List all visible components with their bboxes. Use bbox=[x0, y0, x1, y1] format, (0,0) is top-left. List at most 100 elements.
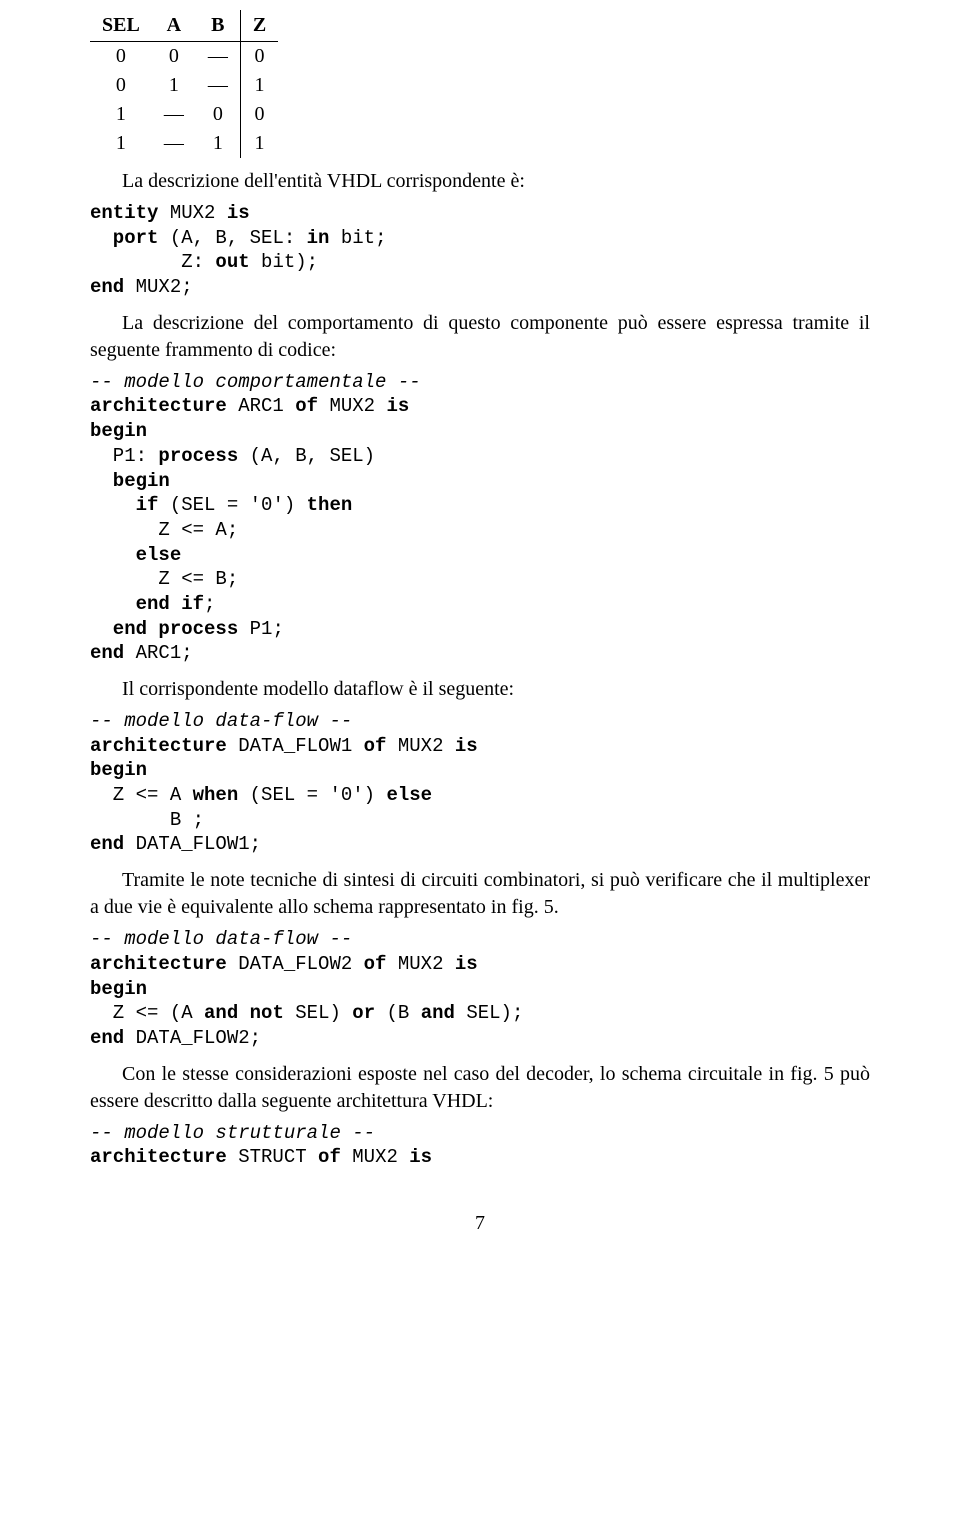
txt: SEL) bbox=[284, 1002, 352, 1024]
txt: (A, B, SEL: bbox=[158, 227, 306, 249]
txt: P1; bbox=[238, 618, 284, 640]
txt: SEL); bbox=[455, 1002, 523, 1024]
comment: -- modello data-flow -- bbox=[90, 710, 352, 732]
kw: of bbox=[295, 395, 318, 417]
truth-table: SEL A B Z 0 0 — 0 0 1 — 1 1 — 0 0 1 — 1 … bbox=[90, 10, 278, 158]
txt: STRUCT bbox=[227, 1146, 318, 1168]
txt: MUX2 bbox=[158, 202, 226, 224]
kw: else bbox=[90, 544, 181, 566]
txt: Z <= A; bbox=[90, 519, 238, 541]
cell: 1 bbox=[240, 129, 278, 158]
code-block-1: entity MUX2 is port (A, B, SEL: in bit; … bbox=[90, 201, 870, 300]
paragraph-3: Il corrispondente modello dataflow è il … bbox=[90, 676, 870, 703]
txt: MUX2 bbox=[386, 735, 454, 757]
txt bbox=[170, 593, 181, 615]
paragraph-5: Con le stesse considerazioni esposte nel… bbox=[90, 1061, 870, 1115]
kw: end bbox=[90, 642, 124, 664]
kw: is bbox=[455, 953, 478, 975]
kw: is bbox=[455, 735, 478, 757]
txt: ARC1; bbox=[124, 642, 192, 664]
cell: 0 bbox=[240, 100, 278, 129]
code-block-5: -- modello strutturale -- architecture S… bbox=[90, 1121, 870, 1170]
cell: 1 bbox=[90, 129, 152, 158]
cell: 1 bbox=[90, 100, 152, 129]
cell: 1 bbox=[240, 71, 278, 100]
txt bbox=[147, 618, 158, 640]
paragraph-1: La descrizione dell'entità VHDL corrispo… bbox=[90, 168, 870, 195]
txt bbox=[238, 1002, 249, 1024]
txt: Z <= (A bbox=[90, 1002, 204, 1024]
kw: begin bbox=[90, 470, 170, 492]
comment: -- modello strutturale -- bbox=[90, 1122, 375, 1144]
txt: (B bbox=[375, 1002, 421, 1024]
cell: 0 bbox=[152, 42, 196, 72]
page-number: 7 bbox=[90, 1210, 870, 1237]
txt: DATA_FLOW2; bbox=[124, 1027, 261, 1049]
txt: bit); bbox=[250, 251, 318, 273]
kw: then bbox=[307, 494, 353, 516]
kw: of bbox=[318, 1146, 341, 1168]
kw: end bbox=[90, 833, 124, 855]
kw: entity bbox=[90, 202, 158, 224]
cell: 0 bbox=[90, 42, 152, 72]
code-block-2: -- modello comportamentale -- architectu… bbox=[90, 370, 870, 666]
txt: (A, B, SEL) bbox=[238, 445, 375, 467]
comment: -- modello data-flow -- bbox=[90, 928, 352, 950]
kw: process bbox=[158, 445, 238, 467]
txt: Z: bbox=[90, 251, 215, 273]
txt: MUX2 bbox=[386, 953, 454, 975]
cell: — bbox=[196, 71, 241, 100]
txt: MUX2 bbox=[341, 1146, 409, 1168]
kw: port bbox=[90, 227, 158, 249]
kw: begin bbox=[90, 420, 147, 442]
th-sel: SEL bbox=[90, 10, 152, 42]
txt: DATA_FLOW1; bbox=[124, 833, 261, 855]
kw: not bbox=[250, 1002, 284, 1024]
th-a: A bbox=[152, 10, 196, 42]
kw: of bbox=[364, 735, 387, 757]
txt: B ; bbox=[90, 809, 204, 831]
kw: out bbox=[215, 251, 249, 273]
kw: is bbox=[227, 202, 250, 224]
kw: and bbox=[421, 1002, 455, 1024]
kw: begin bbox=[90, 978, 147, 1000]
txt: Z <= A bbox=[90, 784, 193, 806]
txt: DATA_FLOW1 bbox=[227, 735, 364, 757]
txt: DATA_FLOW2 bbox=[227, 953, 364, 975]
comment: -- modello comportamentale -- bbox=[90, 371, 421, 393]
page-content: SEL A B Z 0 0 — 0 0 1 — 1 1 — 0 0 1 — 1 … bbox=[0, 0, 960, 1277]
cell: 1 bbox=[196, 129, 241, 158]
cell: — bbox=[196, 42, 241, 72]
th-b: B bbox=[196, 10, 241, 42]
txt: (SEL = '0') bbox=[158, 494, 306, 516]
txt: MUX2; bbox=[124, 276, 192, 298]
kw: of bbox=[364, 953, 387, 975]
kw: when bbox=[193, 784, 239, 806]
kw: end bbox=[90, 1027, 124, 1049]
kw: if bbox=[90, 494, 158, 516]
kw: or bbox=[352, 1002, 375, 1024]
txt: ARC1 bbox=[227, 395, 295, 417]
kw: end bbox=[90, 593, 170, 615]
txt: Z <= B; bbox=[90, 568, 238, 590]
paragraph-4: Tramite le note tecniche di sintesi di c… bbox=[90, 867, 870, 921]
kw: architecture bbox=[90, 395, 227, 417]
cell: 0 bbox=[196, 100, 241, 129]
kw: and bbox=[204, 1002, 238, 1024]
kw: architecture bbox=[90, 1146, 227, 1168]
kw: is bbox=[386, 395, 409, 417]
th-z: Z bbox=[240, 10, 278, 42]
kw: architecture bbox=[90, 953, 227, 975]
kw: architecture bbox=[90, 735, 227, 757]
cell: 1 bbox=[152, 71, 196, 100]
txt: (SEL = '0') bbox=[238, 784, 386, 806]
txt: bit; bbox=[329, 227, 386, 249]
kw: if bbox=[181, 593, 204, 615]
cell: — bbox=[152, 129, 196, 158]
kw: is bbox=[409, 1146, 432, 1168]
code-block-4: -- modello data-flow -- architecture DAT… bbox=[90, 927, 870, 1050]
cell: — bbox=[152, 100, 196, 129]
kw: in bbox=[307, 227, 330, 249]
kw: else bbox=[386, 784, 432, 806]
kw: begin bbox=[90, 759, 147, 781]
